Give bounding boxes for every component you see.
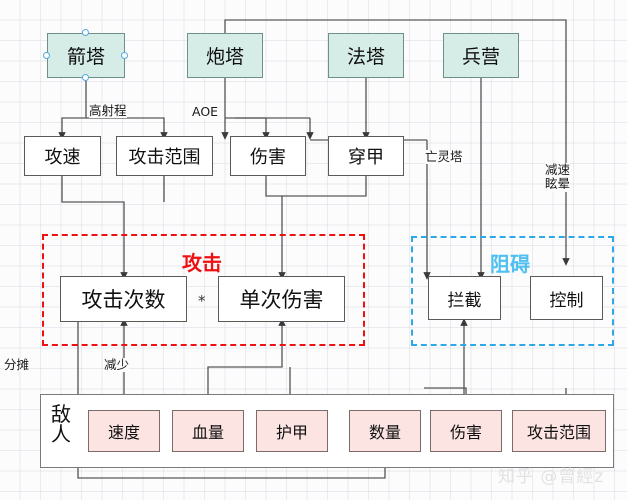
enemy-label-char: 敌 bbox=[51, 402, 71, 426]
edge-label-share: 分摊 bbox=[4, 357, 30, 373]
node-barracks[interactable]: 兵营 bbox=[443, 33, 519, 78]
enemy-item-damage[interactable]: 伤害 bbox=[430, 410, 502, 452]
edge-label-slow-stun: 减速 眩晕 bbox=[545, 162, 571, 192]
node-intercept[interactable]: 拦截 bbox=[428, 276, 501, 320]
watermark: 知乎 @曾經z bbox=[498, 467, 605, 487]
enemy-item-speed[interactable]: 速度 bbox=[88, 410, 160, 452]
enemy-label: 敌人 敌人 bbox=[48, 404, 74, 445]
enemy-item-hp[interactable]: 血量 bbox=[172, 410, 244, 452]
node-label: 攻击范围 bbox=[128, 147, 201, 168]
node-label: 穿甲 bbox=[348, 147, 384, 168]
node-label: 速度 bbox=[107, 423, 140, 442]
node-label: 控制 bbox=[549, 290, 584, 311]
edge-label-high-range: 高射程 bbox=[89, 103, 127, 119]
edge-label-stun: 眩晕 bbox=[545, 176, 571, 192]
enemy-item-count[interactable]: 数量 bbox=[349, 410, 421, 452]
node-label: 攻速 bbox=[44, 147, 81, 168]
node-attack-range[interactable]: 攻击范围 bbox=[116, 136, 213, 176]
group-attack-label: 攻击 bbox=[182, 251, 222, 275]
node-armor-pierce[interactable]: 穿甲 bbox=[328, 136, 404, 176]
group-block-label: 阻碍 bbox=[490, 252, 530, 276]
node-label: 兵营 bbox=[461, 46, 500, 68]
node-label: 攻击次数 bbox=[81, 288, 166, 312]
enemy-item-range[interactable]: 攻击范围 bbox=[512, 410, 606, 452]
edge-label-reduce: 减少 bbox=[104, 357, 130, 373]
node-cannon-tower[interactable]: 炮塔 bbox=[187, 33, 263, 78]
enemy-label-char: 人 bbox=[51, 422, 71, 447]
node-label: 攻击范围 bbox=[526, 423, 591, 442]
node-label: 箭塔 bbox=[66, 46, 105, 68]
node-label: 数量 bbox=[368, 423, 401, 442]
node-label: 护甲 bbox=[275, 423, 308, 442]
node-attack-speed[interactable]: 攻速 bbox=[24, 136, 101, 176]
node-damage[interactable]: 伤害 bbox=[230, 136, 306, 176]
node-control[interactable]: 控制 bbox=[530, 276, 603, 320]
node-hit-count[interactable]: 攻击次数 bbox=[60, 276, 187, 322]
edge-label-undead-tower: 亡灵塔 bbox=[425, 149, 463, 165]
node-magic-tower[interactable]: 法塔 bbox=[328, 33, 404, 78]
edge-label-aoe: AOE bbox=[192, 104, 219, 120]
diagram-canvas[interactable]: 箭塔 炮塔 法塔 兵营 攻速 攻击范围 伤害 穿甲 攻击 攻击次数 * 单次伤害… bbox=[0, 0, 627, 500]
selection-handle-right[interactable] bbox=[121, 52, 128, 59]
node-label: 法塔 bbox=[346, 46, 385, 68]
node-label: 伤害 bbox=[250, 147, 286, 168]
node-label: 伤害 bbox=[449, 423, 482, 442]
node-label: 拦截 bbox=[447, 290, 482, 311]
node-single-damage[interactable]: 单次伤害 bbox=[218, 276, 345, 322]
node-label: 单次伤害 bbox=[239, 288, 324, 312]
node-label: 炮塔 bbox=[205, 46, 244, 68]
selection-handle-left[interactable] bbox=[43, 52, 50, 59]
edge-label-slow: 减速 bbox=[545, 162, 571, 177]
selection-handle-top[interactable] bbox=[82, 29, 89, 36]
enemy-item-armor[interactable]: 护甲 bbox=[256, 410, 328, 452]
operator-multiply: * bbox=[198, 292, 206, 310]
enemy-label-text: 敌人 bbox=[48, 404, 74, 445]
selection-handle-bottom[interactable] bbox=[82, 74, 89, 81]
node-arrow-tower[interactable]: 箭塔 bbox=[47, 33, 125, 78]
node-label: 血量 bbox=[191, 423, 224, 442]
